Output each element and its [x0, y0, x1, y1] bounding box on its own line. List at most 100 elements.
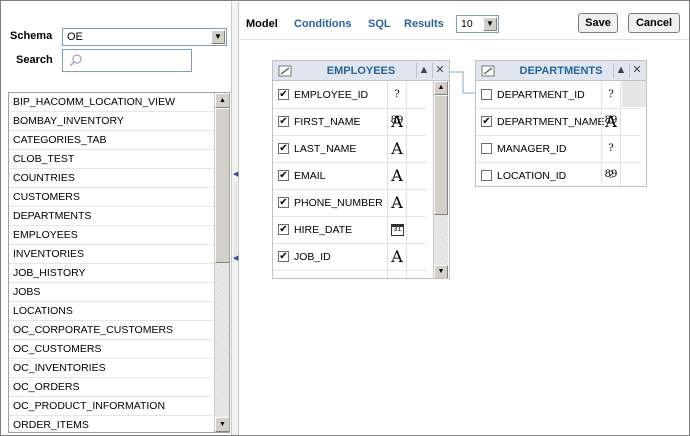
checkmark-icon: ✔ [482, 116, 491, 127]
column-name: FIRST_NAME [294, 116, 361, 128]
text-type-icon: A [387, 136, 407, 162]
search-input[interactable] [62, 49, 192, 72]
list-item[interactable]: OC_INVENTORIES [9, 359, 215, 378]
list-item[interactable]: EMPLOYEES [9, 226, 215, 245]
column-checkbox[interactable]: ✔ [278, 89, 289, 100]
column-row[interactable]: ✔ DEPARTMENT_NAME A [476, 109, 641, 136]
table-list-scrollbar[interactable]: ▲ ▼ [214, 93, 229, 432]
column-row[interactable]: MANAGER_ID ?89 [476, 136, 641, 180]
column-row[interactable]: ✔ EMPLOYEE_ID ?89 [273, 82, 427, 126]
employees-scrollbar[interactable]: ▲ ▼ [433, 81, 448, 278]
column-checkbox[interactable]: ✔ [278, 116, 289, 127]
close-icon[interactable]: ✕ [432, 63, 447, 78]
list-item[interactable]: OC_ORDERS [9, 378, 215, 397]
column-checkbox[interactable]: ✔ [278, 143, 289, 154]
column-name: PHONE_NUMBER [294, 197, 383, 209]
tab-conditions[interactable]: Conditions [294, 18, 351, 30]
close-icon[interactable]: ✕ [629, 63, 644, 78]
number-type-icon: ?89 [601, 82, 621, 126]
scroll-down-icon[interactable]: ▼ [215, 417, 229, 432]
employees-table-panel[interactable]: EMPLOYEES ▲ ✕ ✔ EMPLOYEE_ID ?89 ✔ FIRST_NAME… [272, 60, 450, 279]
scroll-thumb[interactable] [215, 108, 229, 263]
schema-value: OE [67, 31, 83, 43]
list-item[interactable]: BOMBAY_INVENTORY [9, 112, 215, 131]
column-checkbox[interactable]: ✔ [278, 197, 289, 208]
list-item[interactable]: CLOB_TEST [9, 150, 215, 169]
tab-sql[interactable]: SQL [368, 18, 391, 30]
column-row[interactable]: SALARY ?89 [273, 271, 427, 279]
scroll-up-icon[interactable]: ▲ [215, 93, 229, 108]
column-row[interactable]: LOCATION_ID ?89 [476, 163, 641, 186]
list-item[interactable]: COUNTRIES [9, 169, 215, 188]
cancel-button[interactable]: Cancel [628, 13, 680, 33]
column-checkbox[interactable] [481, 143, 492, 154]
column-row[interactable]: ✔ FIRST_NAME A [273, 109, 427, 136]
column-name: SALARY [294, 278, 335, 279]
text-type-icon: A [387, 190, 407, 216]
list-item[interactable]: DEPARTMENTS [9, 207, 215, 226]
table-list-items: BIP_HACOMM_LOCATION_VIEW BOMBAY_INVENTORY… [9, 93, 229, 432]
number-type-icon: ?89 [387, 82, 407, 126]
column-checkbox[interactable]: ✔ [481, 116, 492, 127]
column-row[interactable]: ✔ HIRE_DATE 31 [273, 217, 427, 244]
list-item[interactable]: JOBS [9, 283, 215, 302]
search-label: Search [16, 54, 53, 66]
column-name: MANAGER_ID [497, 143, 567, 155]
column-row[interactable]: ✔ LAST_NAME A [273, 136, 427, 163]
tab-model[interactable]: Model [246, 18, 278, 30]
join-line [447, 71, 475, 94]
query-builder-window: Schema OE ▼ Search BIP_HACOMM_LOCATION_V… [0, 0, 690, 436]
employees-header[interactable]: EMPLOYEES ▲ ✕ [273, 61, 449, 81]
schema-select[interactable]: OE ▼ [62, 28, 227, 46]
chevron-down-icon[interactable]: ▼ [483, 17, 497, 31]
list-item[interactable]: ORDER_ITEMS [9, 416, 215, 432]
collapse-left-icon[interactable]: ◀ [233, 171, 238, 178]
collapse-icon[interactable]: ▲ [613, 63, 628, 78]
rows-select[interactable]: 10 ▼ [456, 15, 499, 33]
column-name: EMPLOYEE_ID [294, 89, 369, 101]
column-checkbox[interactable]: ✔ [278, 224, 289, 235]
column-checkbox[interactable]: ✔ [278, 170, 289, 181]
column-row[interactable]: DEPARTMENT_ID ?89 [476, 82, 641, 126]
departments-header[interactable]: DEPARTMENTS ▲ ✕ [476, 61, 646, 81]
scroll-up-icon[interactable]: ▲ [434, 81, 448, 95]
column-name: HIRE_DATE [294, 224, 353, 236]
list-item[interactable]: CATEGORIES_TAB [9, 131, 215, 150]
list-item[interactable]: OC_PRODUCT_INFORMATION [9, 397, 215, 416]
departments-table-panel[interactable]: DEPARTMENTS ▲ ✕ DEPARTMENT_ID ?89 ✔ DEPARTM… [475, 60, 647, 187]
list-item[interactable]: INVENTORIES [9, 245, 215, 264]
column-checkbox[interactable] [481, 89, 492, 100]
checkmark-icon: ✔ [279, 170, 288, 181]
list-item[interactable]: BIP_HACOMM_LOCATION_VIEW [9, 93, 215, 112]
column-checkbox[interactable]: ✔ [278, 251, 289, 262]
checkmark-icon: ✔ [279, 224, 288, 235]
checkmark-icon: ✔ [279, 251, 288, 262]
panel-splitter[interactable]: ◀ ◀ [231, 2, 239, 435]
number-type-icon: ?89 [387, 271, 407, 278]
list-item[interactable]: OC_CORPORATE_CUSTOMERS [9, 321, 215, 340]
scroll-down-icon[interactable]: ▼ [434, 265, 448, 278]
column-checkbox[interactable] [481, 170, 492, 181]
column-checkbox[interactable] [278, 278, 289, 279]
toolbar: Model Conditions SQL Results 10 ▼ Save C… [240, 2, 689, 40]
tab-results[interactable]: Results [404, 18, 444, 30]
column-name: DEPARTMENT_ID [497, 89, 585, 101]
save-button[interactable]: Save [578, 13, 618, 33]
list-item[interactable]: CUSTOMERS [9, 188, 215, 207]
scroll-thumb[interactable] [434, 95, 448, 215]
list-item[interactable]: OC_CUSTOMERS [9, 340, 215, 359]
expand-right-icon[interactable]: ◀ [233, 255, 238, 262]
column-row[interactable]: ✔ JOB_ID A [273, 244, 427, 271]
column-row[interactable]: ✔ PHONE_NUMBER A [273, 190, 427, 217]
column-name: JOB_ID [294, 251, 331, 263]
list-item[interactable]: JOB_HISTORY [9, 264, 215, 283]
checkmark-icon: ✔ [279, 143, 288, 154]
column-row[interactable]: ✔ EMAIL A [273, 163, 427, 190]
collapse-icon[interactable]: ▲ [416, 63, 431, 78]
calendar-icon: 31 [391, 224, 404, 236]
rows-value: 10 [461, 18, 473, 30]
date-type-icon: 31 [387, 217, 407, 243]
list-item[interactable]: LOCATIONS [9, 302, 215, 321]
number-type-icon: ?89 [601, 136, 621, 180]
chevron-down-icon[interactable]: ▼ [211, 30, 225, 44]
